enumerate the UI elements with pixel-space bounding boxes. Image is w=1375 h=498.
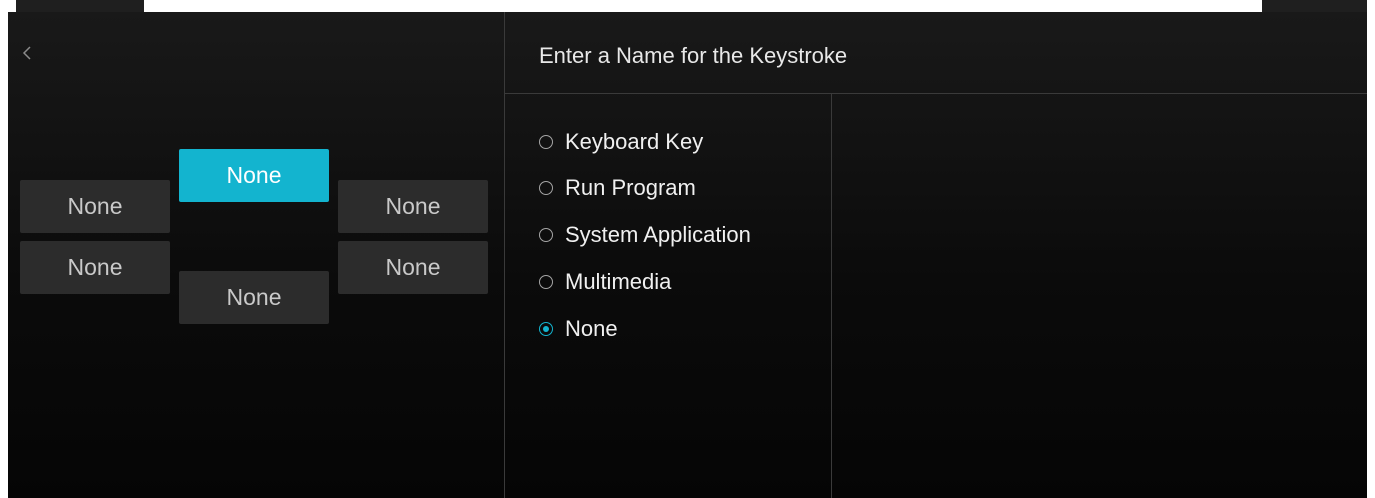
radio-unchecked-icon[interactable] [539, 228, 553, 242]
key-button-lower-right[interactable]: None [338, 241, 488, 294]
top-strip-segment [16, 0, 144, 12]
option-multimedia[interactable]: Multimedia [539, 267, 671, 297]
option-detail-pane [832, 94, 1367, 498]
keystroke-settings-window: None None None None None None Enter a Na… [8, 12, 1367, 498]
back-button[interactable] [16, 40, 38, 70]
key-label: None [385, 193, 441, 219]
option-label: Run Program [565, 175, 696, 200]
top-strip-segment [1262, 0, 1367, 12]
key-button-upper-left[interactable]: None [20, 180, 170, 233]
dialog-title: Enter a Name for the Keystroke [539, 43, 848, 68]
radio-unchecked-icon[interactable] [539, 181, 553, 195]
top-strip [0, 0, 1375, 12]
key-button-upper-right[interactable]: None [338, 180, 488, 233]
chevron-left-icon [21, 44, 33, 67]
option-label: System Application [565, 222, 751, 247]
key-layout-panel: None None None None None None [8, 12, 504, 498]
dialog-header: Enter a Name for the Keystroke [505, 12, 1367, 94]
key-button-lower-left[interactable]: None [20, 241, 170, 294]
key-label: None [226, 284, 282, 310]
radio-unchecked-icon[interactable] [539, 135, 553, 149]
option-label: Keyboard Key [565, 129, 704, 154]
option-system-application[interactable]: System Application [539, 220, 751, 250]
radio-checked-icon[interactable] [539, 322, 553, 336]
option-label: None [565, 316, 618, 341]
radio-unchecked-icon[interactable] [539, 275, 553, 289]
key-button-bottom-center[interactable]: None [179, 271, 329, 324]
key-label: None [385, 254, 441, 280]
key-label: None [226, 162, 282, 188]
option-none[interactable]: None [539, 314, 618, 344]
key-label: None [67, 254, 123, 280]
key-button-top-center[interactable]: None [179, 149, 329, 202]
key-label: None [67, 193, 123, 219]
option-run-program[interactable]: Run Program [539, 173, 696, 203]
option-label: Multimedia [565, 269, 672, 294]
option-keyboard-key[interactable]: Keyboard Key [539, 127, 703, 157]
function-type-options: Keyboard Key Run Program System Applicat… [505, 94, 831, 498]
